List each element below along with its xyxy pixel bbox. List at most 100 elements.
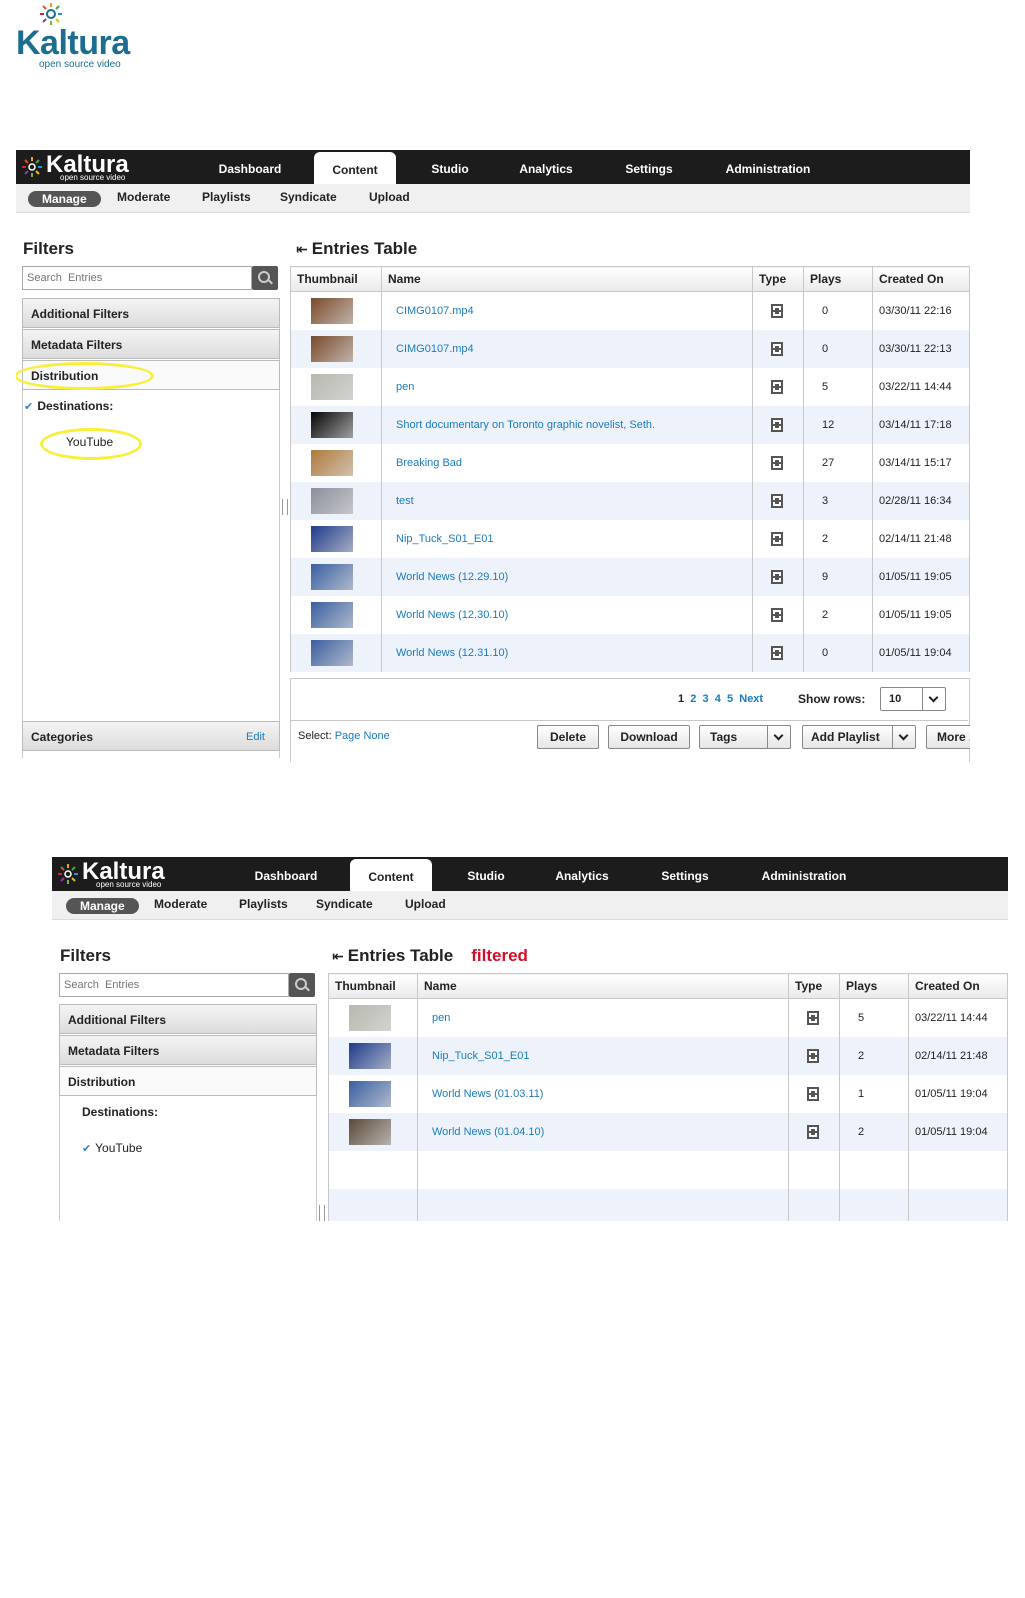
subtab-moderate[interactable]: Moderate xyxy=(117,190,170,204)
subtab-playlists[interactable]: Playlists xyxy=(202,190,251,204)
col-type[interactable]: Type xyxy=(752,266,804,292)
video-thumbnail[interactable] xyxy=(349,1081,391,1107)
table-row[interactable]: World News (12.31.10) 0 01/05/11 19:04 xyxy=(290,634,970,672)
table-row[interactable]: Breaking Bad 27 03/14/11 15:17 xyxy=(290,444,970,482)
video-thumbnail[interactable] xyxy=(311,640,353,666)
video-thumbnail[interactable] xyxy=(311,488,353,514)
col-created-on[interactable]: Created On xyxy=(872,266,970,292)
entry-name-link[interactable]: test xyxy=(396,495,414,507)
tab-content[interactable]: Content xyxy=(350,859,432,891)
next-page-link[interactable]: Next xyxy=(739,693,763,705)
download-button[interactable]: Download xyxy=(608,725,690,749)
pane-resize-handle[interactable] xyxy=(282,499,288,515)
video-thumbnail[interactable] xyxy=(311,374,353,400)
subtab-playlists[interactable]: Playlists xyxy=(239,897,288,911)
table-row[interactable]: World News (01.03.11) 1 01/05/11 19:04 xyxy=(328,1075,1008,1113)
video-thumbnail[interactable] xyxy=(311,602,353,628)
subtab-upload[interactable]: Upload xyxy=(405,897,446,911)
col-name[interactable]: Name xyxy=(381,266,753,292)
search-entries-field[interactable] xyxy=(60,974,288,996)
video-thumbnail[interactable] xyxy=(311,412,353,438)
search-input[interactable] xyxy=(22,266,252,290)
table-row[interactable]: World News (12.30.10) 2 01/05/11 19:05 xyxy=(290,596,970,634)
collapse-arrow-icon[interactable]: ⇤ xyxy=(296,241,308,257)
metadata-filters-header[interactable]: Metadata Filters xyxy=(22,329,280,359)
table-row[interactable]: World News (01.04.10) 2 01/05/11 19:04 xyxy=(328,1113,1008,1151)
tab-administration[interactable]: Administration xyxy=(752,857,856,891)
subtab-moderate[interactable]: Moderate xyxy=(154,897,207,911)
search-input[interactable] xyxy=(59,973,289,997)
col-type[interactable]: Type xyxy=(788,973,840,999)
additional-filters-header[interactable]: Additional Filters xyxy=(22,298,280,328)
more-button[interactable]: More . xyxy=(926,725,970,749)
page-3[interactable]: 3 xyxy=(703,693,709,705)
search-button[interactable] xyxy=(252,266,278,290)
tab-administration[interactable]: Administration xyxy=(716,150,820,184)
tab-analytics[interactable]: Analytics xyxy=(508,150,584,184)
video-thumbnail[interactable] xyxy=(311,336,353,362)
video-thumbnail[interactable] xyxy=(311,298,353,324)
entry-name-link[interactable]: Breaking Bad xyxy=(396,457,462,469)
collapse-arrow-icon[interactable]: ⇤ xyxy=(332,948,344,964)
tab-settings[interactable]: Settings xyxy=(614,150,684,184)
tab-dashboard[interactable]: Dashboard xyxy=(242,857,330,891)
col-created-on[interactable]: Created On xyxy=(908,973,1008,999)
entry-name-link[interactable]: Nip_Tuck_S01_E01 xyxy=(396,533,493,545)
destination-youtube[interactable]: ✔ YouTube xyxy=(82,1141,142,1155)
entry-name-link[interactable]: Short documentary on Toronto graphic nov… xyxy=(396,419,655,431)
subtab-manage[interactable]: Manage xyxy=(28,191,101,207)
col-thumbnail[interactable]: Thumbnail xyxy=(290,266,382,292)
select-page-link[interactable]: Page xyxy=(335,730,361,742)
entry-name-link[interactable]: World News (01.04.10) xyxy=(432,1126,544,1138)
video-thumbnail[interactable] xyxy=(311,526,353,552)
table-row[interactable]: Nip_Tuck_S01_E01 2 02/14/11 21:48 xyxy=(290,520,970,558)
entry-name-link[interactable]: Nip_Tuck_S01_E01 xyxy=(432,1050,529,1062)
page-2[interactable]: 2 xyxy=(690,693,696,705)
search-button[interactable] xyxy=(289,973,315,997)
video-thumbnail[interactable] xyxy=(311,450,353,476)
search-entries-field[interactable] xyxy=(23,267,251,289)
show-rows-select[interactable]: 10 xyxy=(880,687,946,711)
tab-studio[interactable]: Studio xyxy=(418,150,482,184)
categories-edit-link[interactable]: Edit xyxy=(246,722,265,752)
subtab-syndicate[interactable]: Syndicate xyxy=(280,190,337,204)
entry-name-link[interactable]: pen xyxy=(396,381,414,393)
subtab-upload[interactable]: Upload xyxy=(369,190,410,204)
table-row[interactable]: pen 5 03/22/11 14:44 xyxy=(328,998,1008,1037)
col-name[interactable]: Name xyxy=(417,973,789,999)
entry-name-link[interactable]: pen xyxy=(432,1012,450,1024)
metadata-filters-header[interactable]: Metadata Filters xyxy=(59,1035,317,1065)
entry-name-link[interactable]: World News (12.29.10) xyxy=(396,571,508,583)
entry-name-link[interactable]: World News (12.30.10) xyxy=(396,609,508,621)
entry-name-link[interactable]: CIMG0107.mp4 xyxy=(396,305,474,317)
page-1[interactable]: 1 xyxy=(678,693,684,705)
video-thumbnail[interactable] xyxy=(349,1043,391,1069)
distribution-header[interactable]: Distribution xyxy=(59,1066,317,1096)
video-thumbnail[interactable] xyxy=(349,1005,391,1031)
subtab-syndicate[interactable]: Syndicate xyxy=(316,897,373,911)
page-4[interactable]: 4 xyxy=(715,693,721,705)
col-plays[interactable]: Plays xyxy=(839,973,909,999)
tab-analytics[interactable]: Analytics xyxy=(544,857,620,891)
pane-resize-handle[interactable] xyxy=(319,1205,325,1221)
subtab-manage[interactable]: Manage xyxy=(66,898,139,914)
add-playlist-dropdown[interactable]: Add Playlist xyxy=(802,725,916,749)
tab-dashboard[interactable]: Dashboard xyxy=(206,150,294,184)
additional-filters-header[interactable]: Additional Filters xyxy=(59,1004,317,1034)
table-row[interactable]: Short documentary on Toronto graphic nov… xyxy=(290,406,970,444)
entry-name-link[interactable]: World News (12.31.10) xyxy=(396,647,508,659)
tab-content[interactable]: Content xyxy=(314,152,396,184)
tab-studio[interactable]: Studio xyxy=(454,857,518,891)
tab-settings[interactable]: Settings xyxy=(650,857,720,891)
delete-button[interactable]: Delete xyxy=(537,725,599,749)
page-5[interactable]: 5 xyxy=(727,693,733,705)
video-thumbnail[interactable] xyxy=(349,1119,391,1145)
entry-name-link[interactable]: CIMG0107.mp4 xyxy=(396,343,474,355)
table-row[interactable]: test 3 02/28/11 16:34 xyxy=(290,482,970,520)
categories-header[interactable]: Categories Edit xyxy=(22,721,280,751)
table-row[interactable]: CIMG0107.mp4 0 03/30/11 22:16 xyxy=(290,291,970,330)
col-thumbnail[interactable]: Thumbnail xyxy=(328,973,418,999)
table-row[interactable]: World News (12.29.10) 9 01/05/11 19:05 xyxy=(290,558,970,596)
table-row[interactable]: pen 5 03/22/11 14:44 xyxy=(290,368,970,406)
select-none-link[interactable]: None xyxy=(363,730,389,742)
